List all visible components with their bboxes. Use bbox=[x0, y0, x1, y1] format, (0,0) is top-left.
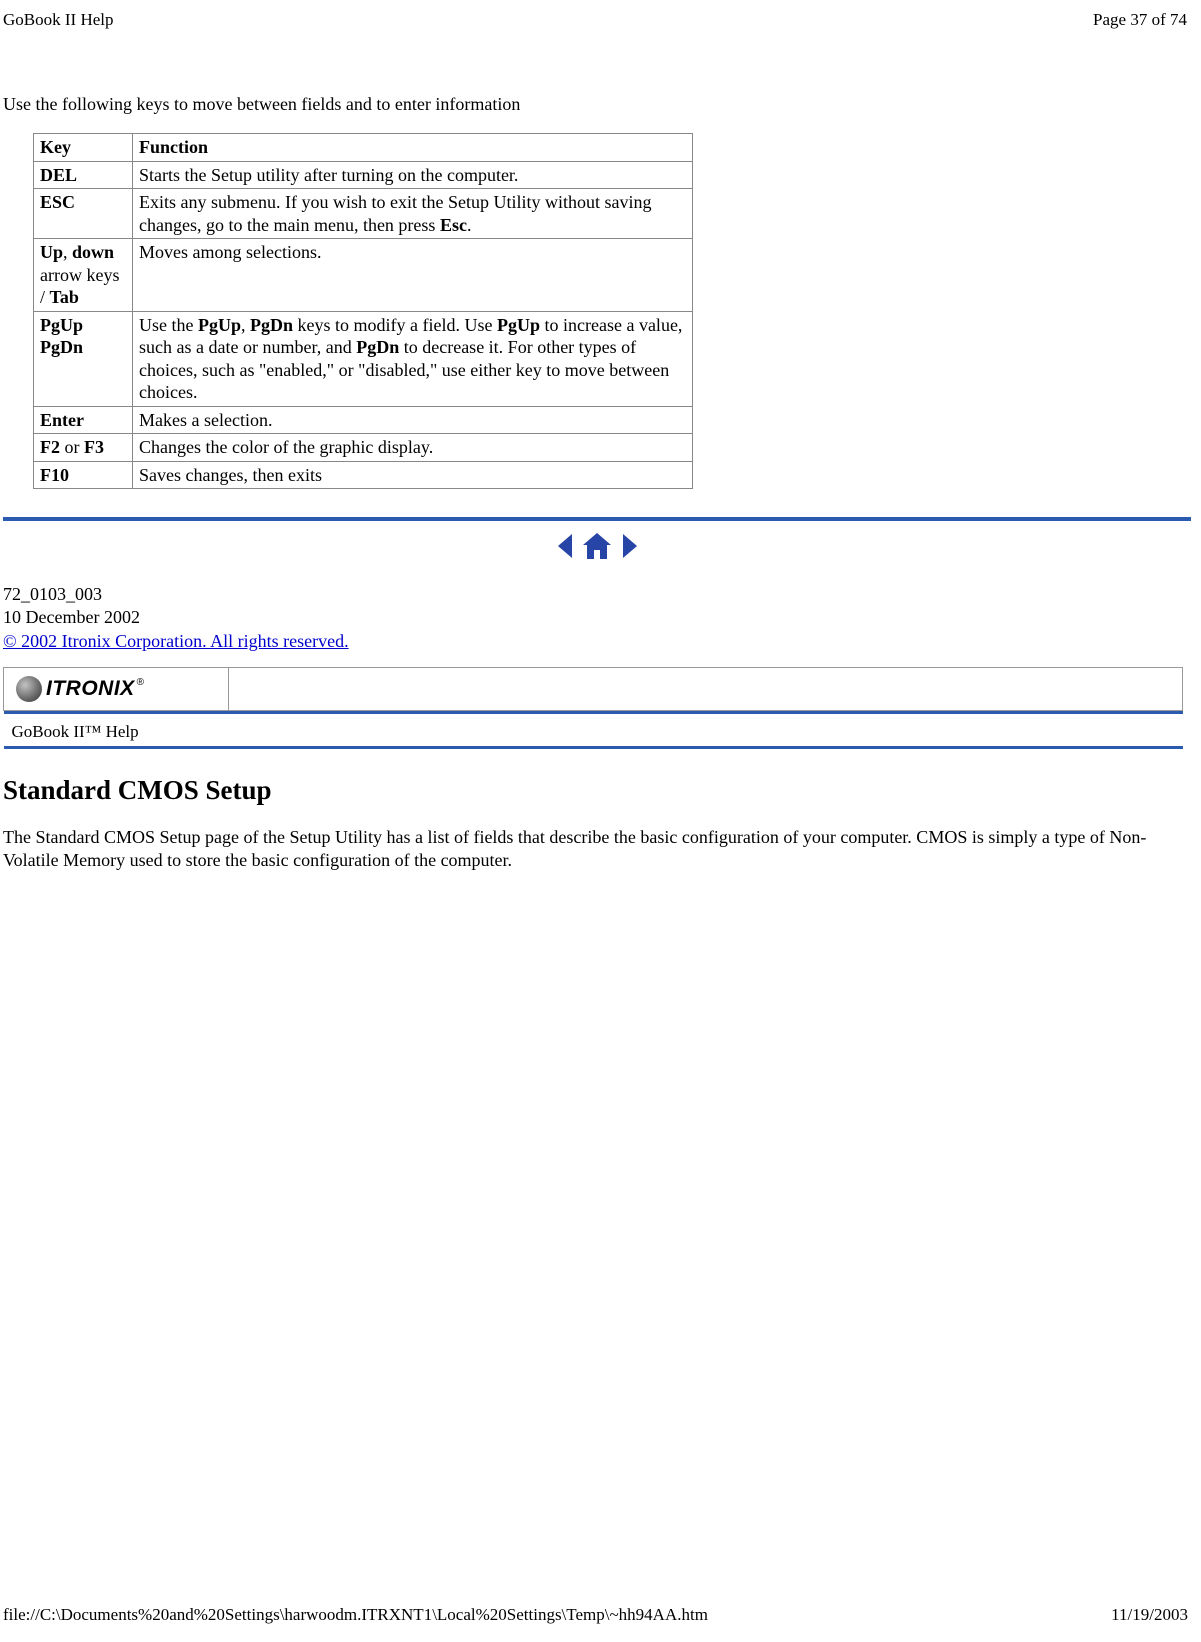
table-row: ESCExits any submenu. If you wish to exi… bbox=[34, 189, 693, 239]
nav-icons bbox=[3, 531, 1191, 561]
page-header: GoBook II Help Page 37 of 74 bbox=[3, 10, 1191, 34]
registered-mark: ® bbox=[137, 677, 145, 688]
table-row: PgUp PgDnUse the PgUp, PgDn keys to modi… bbox=[34, 311, 693, 406]
help-subtitle: GoBook II™ Help bbox=[4, 714, 1183, 746]
table-header-row: Key Function bbox=[34, 134, 693, 162]
home-icon[interactable] bbox=[580, 534, 619, 554]
page-footer: file://C:\Documents%20and%20Settings\har… bbox=[3, 1605, 1188, 1625]
doc-date: 10 December 2002 bbox=[3, 606, 1191, 629]
function-cell: Exits any submenu. If you wish to exit t… bbox=[133, 189, 693, 239]
function-cell: Moves among selections. bbox=[133, 239, 693, 312]
function-cell: Changes the color of the graphic display… bbox=[133, 434, 693, 462]
file-path: file://C:\Documents%20and%20Settings\har… bbox=[3, 1605, 708, 1625]
brand-name: ITRONIX® bbox=[46, 677, 145, 701]
key-cell: ESC bbox=[34, 189, 133, 239]
globe-icon bbox=[16, 676, 42, 702]
key-cell: PgUp PgDn bbox=[34, 311, 133, 406]
table-row: F10Saves changes, then exits bbox=[34, 461, 693, 489]
key-cell: DEL bbox=[34, 161, 133, 189]
forward-arrow-icon[interactable] bbox=[619, 534, 641, 554]
section-heading: Standard CMOS Setup bbox=[3, 775, 1191, 806]
doc-meta: 72_0103_003 10 December 2002 © 2002 Itro… bbox=[3, 583, 1191, 653]
copyright-link[interactable]: © 2002 Itronix Corporation. All rights r… bbox=[3, 631, 349, 651]
table-row: DELStarts the Setup utility after turnin… bbox=[34, 161, 693, 189]
logo-divider-bottom bbox=[4, 746, 1183, 749]
key-cell: F2 or F3 bbox=[34, 434, 133, 462]
page-number: Page 37 of 74 bbox=[1093, 10, 1187, 30]
key-cell: Up, down arrow keys / Tab bbox=[34, 239, 133, 312]
divider-blue bbox=[3, 517, 1191, 521]
key-function-table: Key Function DELStarts the Setup utility… bbox=[33, 133, 693, 489]
intro-text: Use the following keys to move between f… bbox=[3, 94, 1191, 115]
section-paragraph: The Standard CMOS Setup page of the Setu… bbox=[3, 826, 1183, 872]
header-function: Function bbox=[139, 137, 208, 157]
function-cell: Saves changes, then exits bbox=[133, 461, 693, 489]
brand-logo: ITRONIX® bbox=[16, 676, 216, 702]
key-cell: Enter bbox=[34, 406, 133, 434]
table-row: F2 or F3Changes the color of the graphic… bbox=[34, 434, 693, 462]
back-arrow-icon[interactable] bbox=[554, 534, 581, 554]
logo-section-table: ITRONIX® GoBook II™ Help bbox=[3, 667, 1183, 749]
table-row: Up, down arrow keys / TabMoves among sel… bbox=[34, 239, 693, 312]
doc-number: 72_0103_003 bbox=[3, 583, 1191, 606]
key-cell: F10 bbox=[34, 461, 133, 489]
footer-date: 11/19/2003 bbox=[1111, 1605, 1188, 1625]
header-key: Key bbox=[40, 137, 71, 157]
doc-title: GoBook II Help bbox=[3, 10, 113, 30]
function-cell: Use the PgUp, PgDn keys to modify a fiel… bbox=[133, 311, 693, 406]
function-cell: Starts the Setup utility after turning o… bbox=[133, 161, 693, 189]
function-cell: Makes a selection. bbox=[133, 406, 693, 434]
table-row: EnterMakes a selection. bbox=[34, 406, 693, 434]
